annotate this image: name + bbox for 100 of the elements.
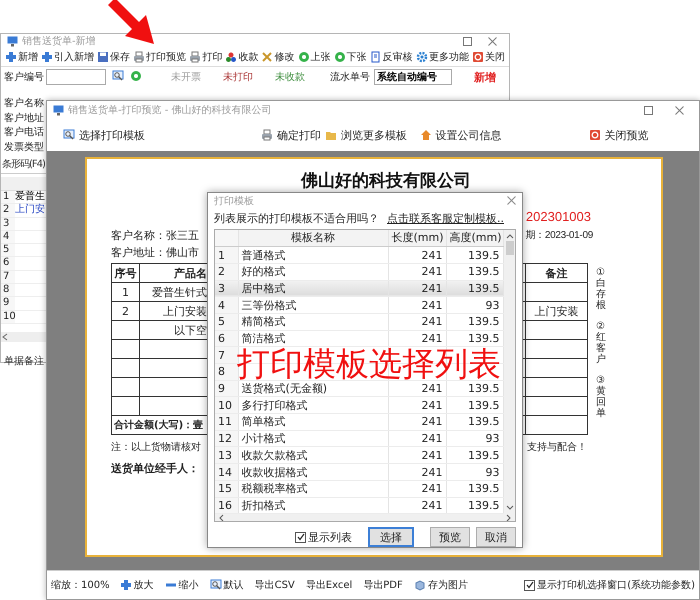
plus-icon	[5, 51, 17, 63]
zoom-level: 缩放：100%	[51, 578, 110, 592]
search-icon[interactable]	[112, 70, 124, 82]
circle-icon	[298, 51, 310, 63]
table-cell: 居中格式	[238, 280, 388, 297]
table-cell: 收款收据格式	[238, 464, 388, 480]
checkmark-icon	[296, 533, 304, 542]
toolbar-button[interactable]: 关闭预览	[586, 126, 650, 144]
table-cell: 139.5	[446, 263, 503, 280]
row-number[interactable]: 12	[215, 430, 238, 447]
toolbar-button[interactable]: 打印	[189, 50, 222, 64]
close-icon	[507, 196, 516, 206]
toolbar-button[interactable]: 更多功能	[416, 50, 469, 64]
toolbar-button[interactable]: 收款	[225, 50, 258, 64]
action-button[interactable]: 默认	[208, 577, 245, 593]
printer-option-checkbox[interactable]: 显示打印机选择窗口(系统功能参数)	[524, 578, 695, 592]
table-cell: 简洁格式	[238, 330, 388, 347]
copy-label: ②红客户	[596, 321, 606, 365]
table-cell: 241	[388, 414, 446, 430]
row-number[interactable]: 4	[215, 296, 238, 314]
customer-address: 客户地址：佛山市	[111, 246, 199, 259]
toolbar-button[interactable]: 反审核	[370, 50, 413, 64]
table-cell: 241	[388, 280, 446, 297]
printer-icon	[261, 129, 274, 141]
table-cell: 93	[446, 296, 503, 314]
row-number: 4	[1, 230, 15, 244]
chevron-down-icon[interactable]	[506, 505, 514, 512]
table-cell: 241	[388, 296, 446, 314]
action-button[interactable]: 缩小	[164, 577, 200, 593]
circle-icon[interactable]	[130, 70, 142, 82]
toolbar-button[interactable]: 打印预览	[133, 50, 186, 64]
customize-link[interactable]: 点击联系客服定制模板..	[387, 211, 504, 226]
dialog-button[interactable]: 选择	[368, 527, 414, 548]
customer-code-field[interactable]	[46, 69, 106, 85]
row-number[interactable]: 15	[215, 480, 238, 498]
toolbar-button[interactable]: 确定打印	[259, 126, 324, 144]
action-button[interactable]: 放大	[118, 577, 155, 593]
circle-icon	[334, 51, 346, 63]
order-date: 期：2023-01-09	[525, 228, 593, 243]
toolbar-button[interactable]: 上张	[298, 50, 331, 64]
row-number[interactable]: 5	[215, 313, 238, 330]
row-number[interactable]: 8	[215, 364, 238, 380]
row-number[interactable]: 1	[215, 246, 238, 264]
table-cell: 93	[446, 430, 503, 447]
table-cell: 139.5	[446, 380, 503, 397]
scrollbar-thumb[interactable]	[506, 240, 514, 255]
action-button[interactable]: 存为图片	[412, 577, 469, 593]
close-button[interactable]	[507, 196, 516, 206]
row-number[interactable]: 16	[215, 497, 238, 514]
chevron-up-icon[interactable]	[506, 232, 514, 239]
row-number[interactable]: 13	[215, 446, 238, 464]
handler-label: 送货单位经手人：	[111, 462, 199, 475]
chevron-left-icon[interactable]	[218, 514, 224, 522]
row-number[interactable]: 3	[215, 280, 238, 297]
toolbar-button[interactable]: 设置公司信息	[418, 126, 504, 144]
note-text: 支持与配合！	[527, 440, 587, 454]
field-label: 客户地址	[3, 112, 45, 126]
table-cell: 241	[388, 446, 446, 464]
chevron-right-icon[interactable]	[506, 514, 512, 522]
floppy-icon	[97, 51, 110, 63]
serial-number-field[interactable]: 系统自动编号	[374, 69, 452, 85]
checkmark-icon	[526, 581, 534, 589]
export-button[interactable]: 导出Excel	[304, 577, 354, 593]
table-cell: 送货格式(无金额)	[238, 380, 388, 397]
toolbar-button[interactable]: 保存	[97, 50, 130, 64]
column-header: 序号	[112, 264, 140, 282]
copy-label: ①白存根	[596, 267, 606, 311]
column-header: 模板名称	[238, 230, 388, 247]
chevron-left-icon[interactable]	[1, 332, 9, 341]
export-button[interactable]: 导出CSV	[254, 577, 296, 593]
row-number[interactable]: 7	[215, 346, 238, 364]
toolbar-button[interactable]: 新增	[5, 50, 38, 64]
note-text: 注：以上货物请核对	[111, 440, 201, 454]
field-label: 客户名称	[3, 97, 45, 111]
toolbar-button[interactable]: 关闭	[472, 50, 505, 64]
toolbar-button[interactable]: 下张	[334, 50, 367, 64]
table-cell-text: 爱普生	[15, 191, 46, 204]
table-cell: 139.5	[446, 280, 503, 297]
row-number: 9	[1, 297, 15, 310]
show-list-checkbox[interactable]: 显示列表	[295, 530, 352, 545]
row-number[interactable]: 11	[215, 414, 238, 430]
company-title: 佛山好的科技有限公司	[300, 170, 472, 192]
row-number[interactable]: 2	[215, 263, 238, 280]
dialog-button[interactable]: 取消	[476, 527, 516, 548]
window-icon	[7, 36, 18, 46]
dialog-button[interactable]: 预览	[430, 527, 470, 548]
printer-icon	[189, 51, 202, 63]
field-label: 客户电话	[3, 126, 45, 140]
table-cell: 93	[446, 464, 503, 480]
row-number[interactable]: 10	[215, 396, 238, 414]
table-cell: 241	[388, 263, 446, 280]
row-number[interactable]: 9	[215, 380, 238, 397]
toolbar-button[interactable]: 引入新增	[41, 50, 94, 64]
toolbar-button[interactable]: 浏览更多模板	[323, 126, 410, 144]
export-button[interactable]: 导出PDF	[362, 577, 404, 593]
toolbar-button[interactable]: 修改	[261, 50, 294, 64]
row-number[interactable]: 6	[215, 330, 238, 347]
toolbar-button[interactable]: 选择打印模板	[61, 126, 147, 144]
row-number[interactable]: 14	[215, 464, 238, 480]
field-label: 发票类型	[3, 140, 45, 154]
